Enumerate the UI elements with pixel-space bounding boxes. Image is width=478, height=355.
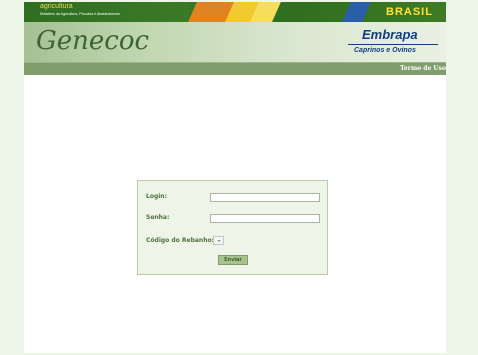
site-header: Genecoc Embrapa Caprinos e Ovinos [24, 22, 446, 62]
terms-of-use-link[interactable]: Termo de Uso [400, 64, 446, 74]
nav-strip: Termo de Uso [24, 62, 446, 75]
submit-button[interactable]: Enviar [218, 255, 248, 265]
decorative-blue-stripe [338, 2, 374, 22]
page-container: agricultura Ministério da Agricultura, P… [24, 2, 446, 353]
ministry-title: agricultura [40, 3, 73, 10]
ministry-subtitle: Ministério da Agricultura, Pecuária e Ab… [40, 12, 120, 16]
password-label: Senha: [146, 214, 170, 221]
login-input[interactable] [210, 193, 320, 202]
brasil-logo: BRASIL [386, 6, 433, 18]
rebanho-label: Código do Rebanho: [146, 237, 214, 244]
embrapa-logo-subtitle: Caprinos e Ovinos [354, 47, 416, 54]
rebanho-select[interactable] [213, 236, 224, 245]
login-form: Login: Senha: Código do Rebanho: Enviar [137, 180, 328, 275]
embrapa-logo-rule [348, 44, 438, 45]
password-input[interactable] [210, 214, 320, 223]
ministry-top-bar: agricultura Ministério da Agricultura, P… [24, 2, 446, 22]
embrapa-logo: Embrapa [362, 27, 418, 42]
login-label: Login: [146, 193, 167, 200]
genecoc-logo: Genecoc [36, 26, 150, 56]
